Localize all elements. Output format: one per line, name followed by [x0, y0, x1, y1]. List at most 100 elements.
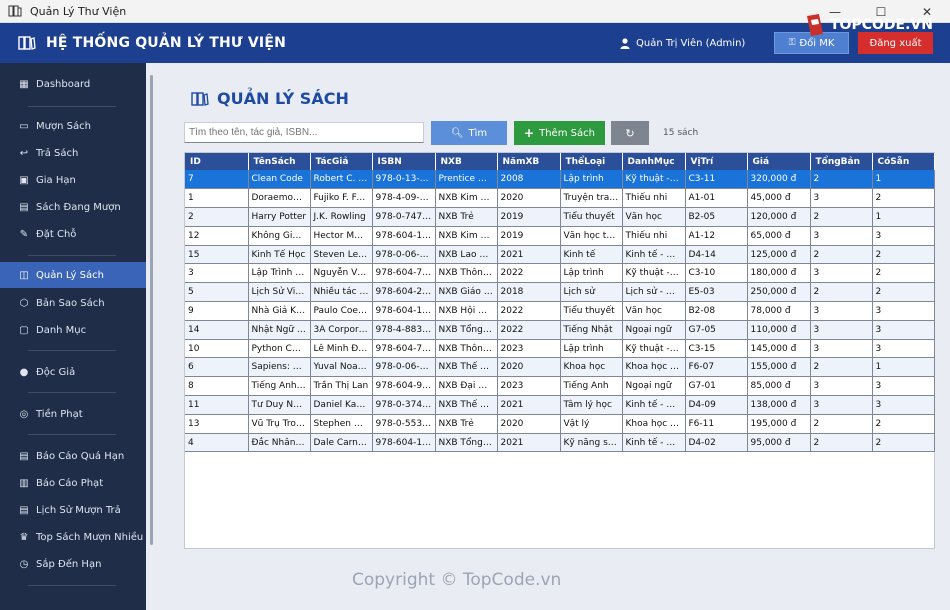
table-cell[interactable]: Kỹ năng sống — [560, 433, 623, 453]
table-cell[interactable]: Python Cho Người Mới — [248, 339, 311, 359]
table-cell[interactable]: 2022 — [497, 263, 561, 284]
table-cell[interactable]: Vũ Trụ Trong Vỏ Hạt Dẻ — [248, 414, 311, 434]
table-cell[interactable]: G7-05 — [685, 320, 748, 340]
table-cell[interactable]: 2 — [810, 357, 873, 378]
table-cell[interactable]: 2 — [810, 414, 873, 434]
table-cell[interactable]: E5-03 — [685, 282, 748, 303]
table-cell[interactable]: 3 — [872, 376, 935, 397]
table-cell[interactable]: 2 — [810, 282, 873, 303]
table-cell[interactable]: 7 — [185, 170, 249, 190]
table-cell[interactable]: 2 — [185, 207, 249, 227]
table-row[interactable]: 4Đắc Nhân TâmDale Carnegie978-604-1-0000… — [185, 433, 935, 453]
table-cell[interactable]: 65,000 đ — [747, 226, 811, 246]
table-cell[interactable]: 978-0-374-27563-1 — [372, 395, 436, 415]
books-table[interactable]: ID TênSách TácGiả ISBN NXB NămXB ThểLoại DanhMụ… — [184, 152, 935, 549]
table-cell[interactable]: 2 — [872, 263, 935, 284]
table-cell[interactable]: 2023 — [497, 376, 561, 397]
sidebar-item-dashboard[interactable]: ▦ Dashboard — [0, 71, 146, 97]
table-cell[interactable]: Yuval Noah Harari — [310, 357, 373, 378]
table-cell[interactable]: 155,000 đ — [747, 357, 811, 378]
table-cell[interactable]: G7-01 — [685, 376, 748, 397]
table-cell[interactable]: 2008 — [497, 170, 561, 190]
sidebar-item-categories[interactable]: ▢ Danh Mục — [0, 317, 146, 343]
table-cell[interactable]: Nguyễn Văn A — [310, 263, 373, 284]
table-cell[interactable]: 125,000 đ — [747, 245, 811, 265]
table-cell[interactable]: A1-01 — [685, 188, 748, 209]
table-cell[interactable]: 3 — [810, 395, 873, 415]
table-cell[interactable]: NXB Thông tin — [435, 339, 498, 359]
table-cell[interactable]: 6 — [185, 357, 249, 378]
sidebar-item-fines[interactable]: ◎ Tiền Phạt — [0, 401, 146, 427]
table-cell[interactable]: 3 — [872, 339, 935, 359]
column-header[interactable]: TênSách — [248, 153, 311, 170]
table-cell[interactable]: 3 — [872, 226, 935, 246]
table-row[interactable]: 8Tiếng Anh Giao TiếpTrần Thị Lan978-604-… — [185, 376, 935, 397]
table-cell[interactable]: Kỹ thuật - CNTT — [622, 263, 686, 284]
table-cell[interactable]: Lê Minh Đức — [310, 339, 373, 359]
table-cell[interactable]: Dale Carnegie — [310, 433, 373, 453]
table-cell[interactable]: Paulo Coelho — [310, 301, 373, 321]
table-cell[interactable]: Harry Potter — [248, 207, 311, 227]
table-cell[interactable]: Kỹ thuật - CNTT — [622, 339, 686, 359]
table-cell[interactable]: 120,000 đ — [747, 207, 811, 227]
table-cell[interactable]: 2 — [810, 170, 873, 190]
column-header[interactable]: TổngBản — [810, 153, 873, 170]
table-cell[interactable]: Tiểu thuyết — [560, 207, 623, 227]
table-cell[interactable]: 2 — [810, 245, 873, 265]
table-cell[interactable]: 3 — [810, 188, 873, 209]
sidebar-item-borrow[interactable]: ▭ Mượn Sách — [0, 113, 146, 139]
table-cell[interactable]: 978-604-2-00050-1 — [372, 282, 436, 303]
table-cell[interactable]: Lập trình — [560, 263, 623, 284]
table-cell[interactable]: 14 — [185, 320, 249, 340]
table-cell[interactable]: 3 — [810, 263, 873, 284]
sidebar-item-fine-report[interactable]: ▥ Báo Cáo Phạt — [0, 470, 146, 496]
table-cell[interactable]: 3A Corporation — [310, 320, 373, 340]
table-cell[interactable]: 2 — [872, 188, 935, 209]
sidebar-item-return[interactable]: ↩ Trả Sách — [0, 140, 146, 166]
table-cell[interactable]: Không Gia Đình — [248, 226, 311, 246]
table-row[interactable]: 9Nhà Giả KimPaulo Coelho978-604-1-00009-… — [185, 301, 935, 321]
table-cell[interactable]: D4-02 — [685, 433, 748, 453]
table-cell[interactable]: 3 — [810, 339, 873, 359]
table-cell[interactable]: 978-0-7475-3269-9 — [372, 207, 436, 227]
table-cell[interactable]: 95,000 đ — [747, 433, 811, 453]
table-cell[interactable]: NXB Trẻ — [435, 207, 498, 227]
table-cell[interactable]: Lịch Sử Việt Nam — [248, 282, 311, 303]
table-cell[interactable]: 145,000 đ — [747, 339, 811, 359]
table-cell[interactable]: 978-0-553-80202-3 — [372, 414, 436, 434]
table-cell[interactable]: 978-604-77-0001-2 — [372, 263, 436, 284]
column-header[interactable]: ISBN — [372, 153, 436, 170]
table-cell[interactable]: NXB Tổng hợp — [435, 320, 498, 340]
table-cell[interactable]: 978-0-06-073132-5 — [372, 245, 436, 265]
table-cell[interactable]: Clean Code — [248, 170, 311, 190]
column-header[interactable]: NXB — [435, 153, 498, 170]
table-cell[interactable]: 978-604-1-00004-8 — [372, 433, 436, 453]
table-cell[interactable]: D4-09 — [685, 395, 748, 415]
table-cell[interactable]: D4-14 — [685, 245, 748, 265]
column-header[interactable]: CóSẵn — [872, 153, 935, 170]
table-cell[interactable]: 2 — [872, 282, 935, 303]
table-cell[interactable]: C3-15 — [685, 339, 748, 359]
table-cell[interactable]: 3 — [872, 320, 935, 340]
table-cell[interactable]: NXB Kim Đồng — [435, 188, 498, 209]
table-cell[interactable]: C3-11 — [685, 170, 748, 190]
table-cell[interactable]: 3 — [810, 376, 873, 397]
table-cell[interactable]: Thiếu nhi — [622, 188, 686, 209]
table-cell[interactable]: Vật lý — [560, 414, 623, 434]
table-cell[interactable]: 2022 — [497, 320, 561, 340]
table-cell[interactable]: Khoa học - Tự nhiên — [622, 357, 686, 378]
table-row[interactable]: 3Lập Trình C#Nguyễn Văn A978-604-77-0001… — [185, 263, 935, 284]
table-cell[interactable]: 2 — [872, 433, 935, 453]
table-cell[interactable]: NXB Thông tin — [435, 263, 498, 284]
table-cell[interactable]: Trần Thị Lan — [310, 376, 373, 397]
table-cell[interactable]: 85,000 đ — [747, 376, 811, 397]
table-cell[interactable]: Stephen Hawking — [310, 414, 373, 434]
table-cell[interactable]: F6-07 — [685, 357, 748, 378]
table-cell[interactable]: NXB Kim Đồng — [435, 226, 498, 246]
table-cell[interactable]: 11 — [185, 395, 249, 415]
table-cell[interactable]: 3 — [872, 301, 935, 321]
table-cell[interactable]: Văn học thiếu nhi — [560, 226, 623, 246]
table-cell[interactable]: Lập trình — [560, 170, 623, 190]
table-cell[interactable]: 3 — [185, 263, 249, 284]
table-cell[interactable]: 978-0-06-231609-7 — [372, 357, 436, 378]
